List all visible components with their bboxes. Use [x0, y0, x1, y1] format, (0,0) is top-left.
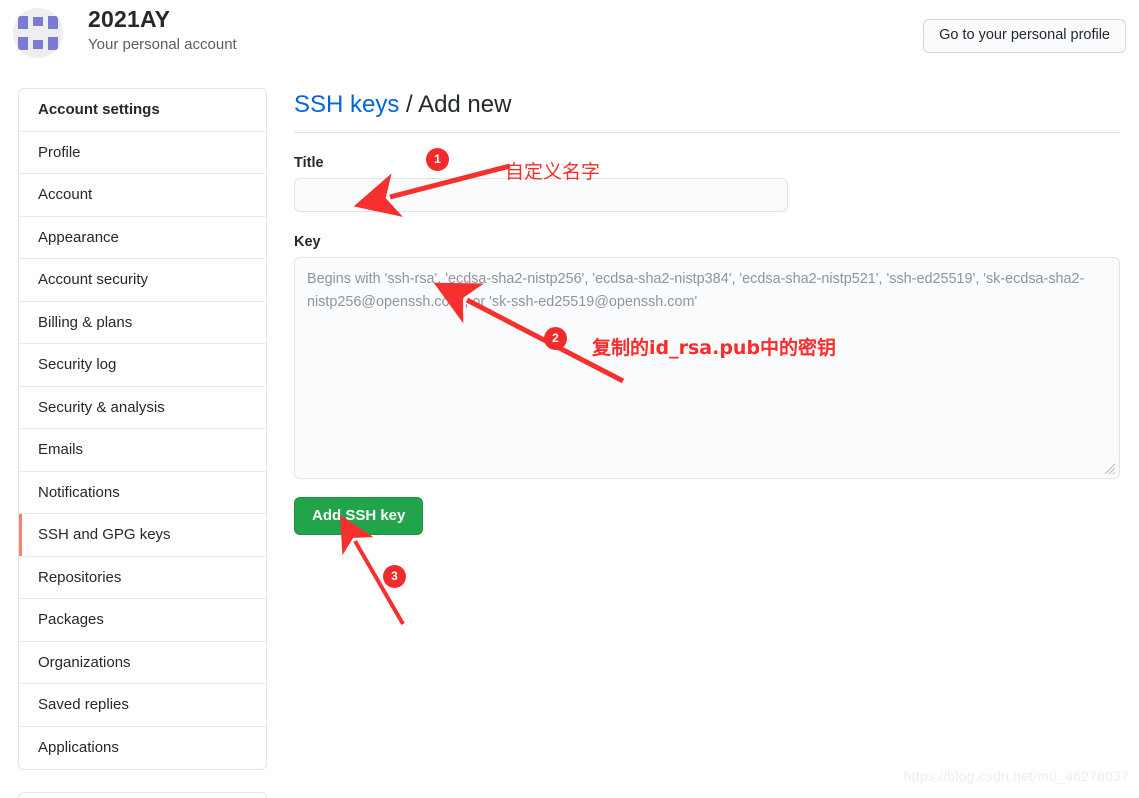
- sidebar-item-account[interactable]: Account: [19, 174, 266, 217]
- sidebar-group-primary: Account settings Profile Account Appeara…: [18, 88, 267, 770]
- account-name: 2021AY: [88, 6, 171, 32]
- page-root: 2021AY Your personal account Go to your …: [0, 0, 1139, 798]
- key-textarea-wrapper: [294, 257, 1120, 479]
- title-field-label: Title: [294, 155, 324, 171]
- identicon-avatar-icon: [13, 8, 63, 58]
- sidebar-item-billing-and-plans[interactable]: Billing & plans: [19, 302, 266, 344]
- sidebar-item-security-log[interactable]: Security log: [19, 344, 266, 387]
- sidebar-item-emails[interactable]: Emails: [19, 429, 266, 472]
- header-account-info: 2021AY Your personal account: [88, 5, 237, 56]
- breadcrumb-ssh-keys-link[interactable]: SSH keys: [294, 91, 399, 118]
- avatar: [13, 8, 63, 58]
- sidebar-item-profile[interactable]: Profile: [19, 132, 266, 174]
- add-ssh-key-button[interactable]: Add SSH key: [294, 497, 424, 535]
- title-input[interactable]: [294, 178, 788, 212]
- watermark: https://blog.csdn.net/m0_46278037: [903, 768, 1129, 784]
- annotation-badge-3: 3: [383, 565, 406, 588]
- key-field-label: Key: [294, 234, 321, 250]
- page-header: 2021AY Your personal account Go to your …: [0, 0, 1139, 66]
- sidebar-item-repositories[interactable]: Repositories: [19, 557, 266, 599]
- main-content: SSH keys / Add new Title Key Add SSH key: [294, 88, 1120, 535]
- sidebar-item-account-security[interactable]: Account security: [19, 259, 266, 302]
- sidebar-item-appearance[interactable]: Appearance: [19, 217, 266, 259]
- sidebar-item-applications[interactable]: Applications: [19, 727, 266, 770]
- page-title: SSH keys / Add new: [294, 88, 1120, 133]
- sidebar-item-packages[interactable]: Packages: [19, 599, 266, 642]
- sidebar-heading-account-settings: Account settings: [19, 89, 266, 132]
- key-textarea[interactable]: [294, 257, 1120, 479]
- sidebar-item-saved-replies[interactable]: Saved replies: [19, 684, 266, 727]
- settings-sidebar: Account settings Profile Account Appeara…: [18, 88, 267, 798]
- sidebar-item-organizations[interactable]: Organizations: [19, 642, 266, 684]
- account-subtitle: Your personal account: [88, 36, 237, 53]
- sidebar-item-security-and-analysis[interactable]: Security & analysis: [19, 387, 266, 429]
- breadcrumb-current: Add new: [418, 91, 512, 118]
- sidebar-item-ssh-and-gpg-keys[interactable]: SSH and GPG keys: [19, 514, 266, 557]
- sidebar-item-notifications[interactable]: Notifications: [19, 472, 266, 514]
- sidebar-group-developer: Developer settings: [18, 792, 267, 798]
- go-to-personal-profile-button[interactable]: Go to your personal profile: [923, 19, 1126, 53]
- breadcrumb-separator: /: [399, 91, 419, 118]
- sidebar-item-developer-settings[interactable]: Developer settings: [19, 793, 266, 798]
